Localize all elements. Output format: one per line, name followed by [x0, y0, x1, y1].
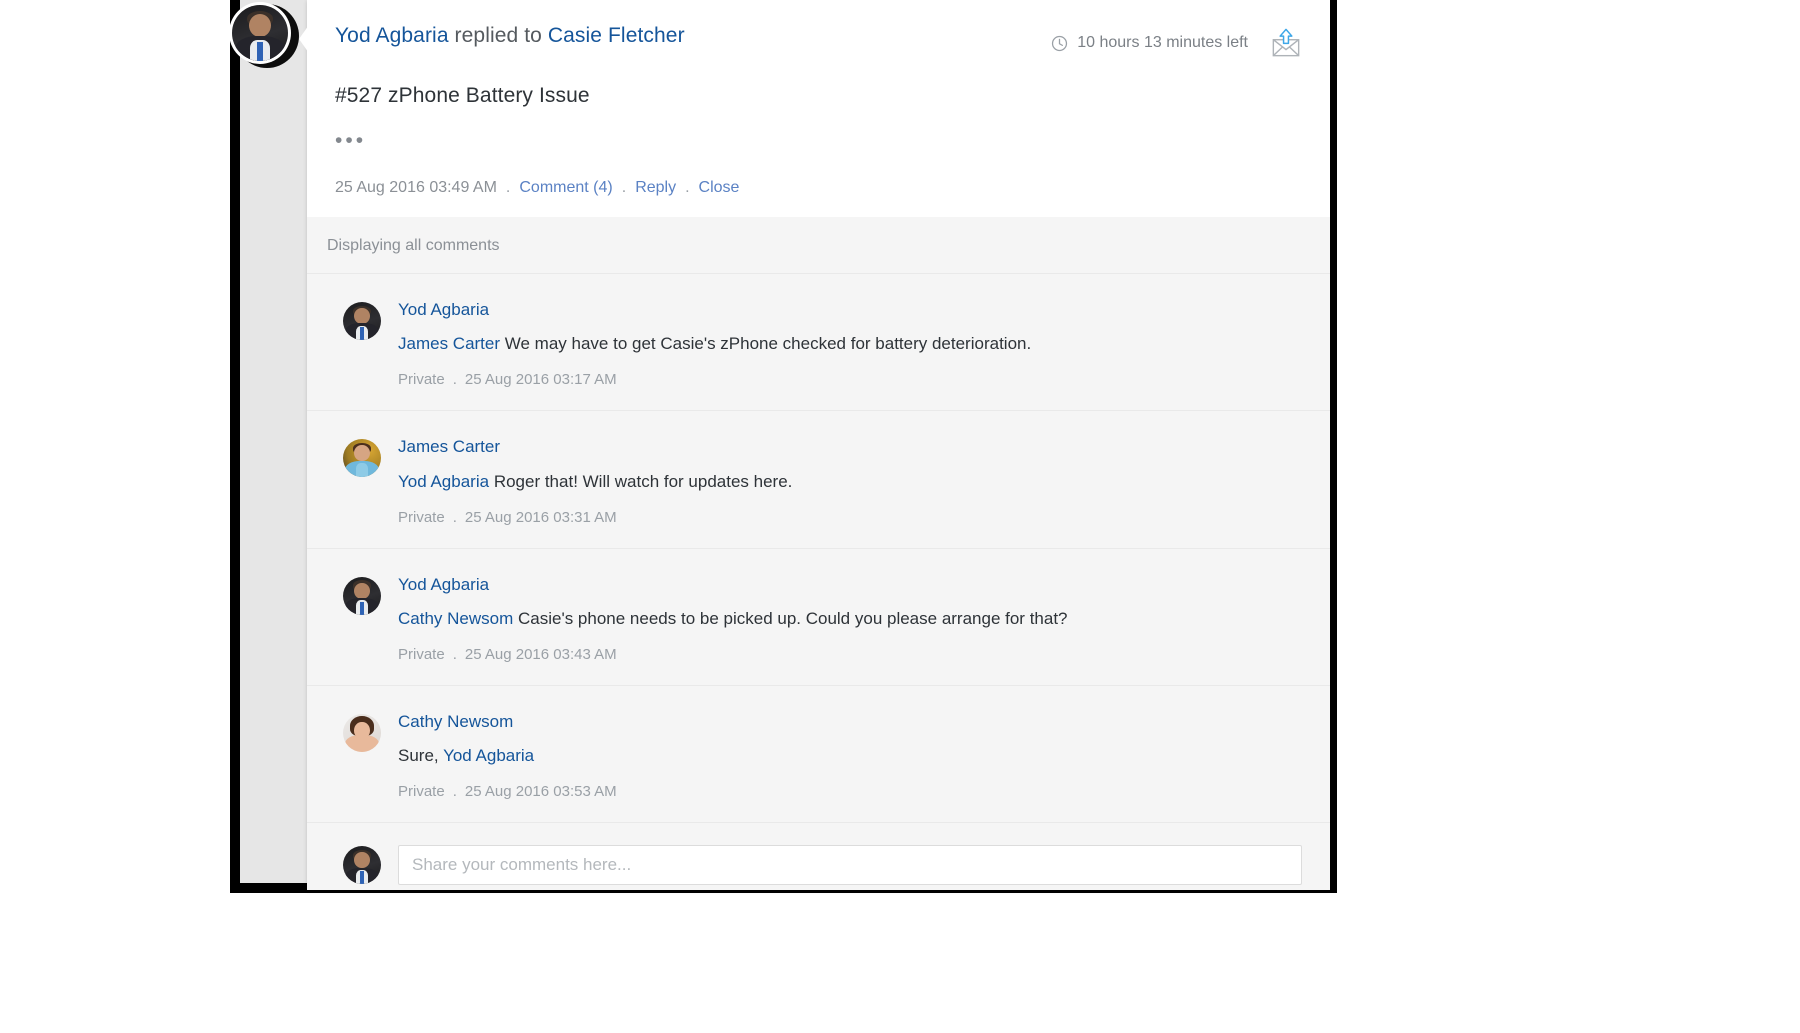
comment-meta: Private. 25 Aug 2016 03:31 AM: [398, 509, 1302, 526]
comment-mention[interactable]: James Carter: [398, 334, 500, 353]
comment-mention[interactable]: Cathy Newsom: [398, 609, 513, 628]
avatar-ring: [229, 2, 291, 64]
comment-visibility: Private: [398, 783, 445, 800]
avatar: [343, 846, 381, 884]
avatar: [343, 302, 381, 340]
comment-body: Casie's phone needs to be picked up. Cou…: [518, 609, 1068, 628]
avatar: [343, 714, 381, 752]
meta-separator: .: [453, 783, 457, 800]
truncated-body-ellipsis: •••: [335, 130, 1302, 151]
card-pointer-notch: [299, 22, 311, 56]
comment-meta: Private. 25 Aug 2016 03:53 AM: [398, 783, 1302, 800]
meta-separator: .: [453, 646, 457, 663]
comment-author[interactable]: Cathy Newsom: [398, 712, 1302, 732]
comment-text: James Carter We may have to get Casie's …: [398, 333, 1302, 356]
comment-lead-text: Sure,: [398, 746, 439, 765]
comment-author[interactable]: Yod Agbaria: [398, 300, 1302, 320]
reply-headline: Yod Agbaria replied to Casie Fletcher: [335, 22, 685, 49]
meta-separator: .: [453, 509, 457, 526]
reply-link[interactable]: Reply: [635, 179, 676, 197]
clock-icon: [1051, 35, 1068, 52]
ticket-actions: 25 Aug 2016 03:49 AM . Comment (4) . Rep…: [335, 179, 1302, 197]
comment-mention[interactable]: Yod Agbaria: [398, 472, 489, 491]
comment-meta: Private. 25 Aug 2016 03:43 AM: [398, 646, 1302, 663]
comment-author[interactable]: Yod Agbaria: [398, 575, 1302, 595]
comment-body: Roger that! Will watch for updates here.: [494, 472, 793, 491]
comment-visibility: Private: [398, 371, 445, 388]
comment-input[interactable]: [398, 845, 1302, 885]
comment-text: Sure, Yod Agbaria: [398, 745, 1302, 768]
comment-count-link[interactable]: Comment (4): [519, 179, 612, 197]
comment-timestamp: 25 Aug 2016 03:43 AM: [465, 646, 617, 663]
comment-text: Cathy Newsom Casie's phone needs to be p…: [398, 608, 1302, 631]
comment-visibility: Private: [398, 646, 445, 663]
time-remaining-label: 10 hours 13 minutes left: [1077, 34, 1248, 52]
comment-mention[interactable]: Yod Agbaria: [443, 746, 534, 765]
comment-item: Yod Agbaria James Carter We may have to …: [307, 274, 1330, 411]
action-separator: .: [685, 179, 689, 197]
feed-avatar-badge: [229, 2, 299, 72]
comment-text: Yod Agbaria Roger that! Will watch for u…: [398, 471, 1302, 494]
comment-meta: Private. 25 Aug 2016 03:17 AM: [398, 371, 1302, 388]
action-separator: .: [506, 179, 510, 197]
avatar: [232, 5, 288, 61]
actor-link[interactable]: Yod Agbaria: [335, 24, 449, 47]
comments-section: Displaying all comments Yod Agbaria Jame…: [307, 217, 1330, 890]
meta-separator: .: [453, 371, 457, 388]
comment-composer: [307, 823, 1330, 890]
comments-section-title: Displaying all comments: [307, 217, 1330, 274]
comment-timestamp: 25 Aug 2016 03:31 AM: [465, 509, 617, 526]
ticket-date: 25 Aug 2016 03:49 AM: [335, 179, 497, 197]
target-link[interactable]: Casie Fletcher: [548, 24, 685, 47]
close-link[interactable]: Close: [699, 179, 740, 197]
relation-text: replied to: [455, 24, 542, 47]
comment-item: James Carter Yod Agbaria Roger that! Wil…: [307, 411, 1330, 548]
comment-body: We may have to get Casie's zPhone checke…: [505, 334, 1031, 353]
comment-item: Cathy Newsom Sure, Yod Agbaria Private. 2…: [307, 686, 1330, 823]
comment-timestamp: 25 Aug 2016 03:53 AM: [465, 783, 617, 800]
action-separator: .: [622, 179, 626, 197]
time-remaining: 10 hours 13 minutes left: [1051, 34, 1248, 52]
outbox-envelope-icon[interactable]: [1270, 28, 1302, 58]
ticket-subject: #527 zPhone Battery Issue: [335, 84, 1302, 108]
avatar: [343, 439, 381, 477]
avatar: [343, 577, 381, 615]
ticket-header: Yod Agbaria replied to Casie Fletcher 10…: [307, 0, 1330, 217]
ticket-card: Yod Agbaria replied to Casie Fletcher 10…: [307, 0, 1330, 890]
comment-item: Yod Agbaria Cathy Newsom Casie's phone n…: [307, 549, 1330, 686]
comment-timestamp: 25 Aug 2016 03:17 AM: [465, 371, 617, 388]
comment-visibility: Private: [398, 509, 445, 526]
comment-author[interactable]: James Carter: [398, 437, 1302, 457]
